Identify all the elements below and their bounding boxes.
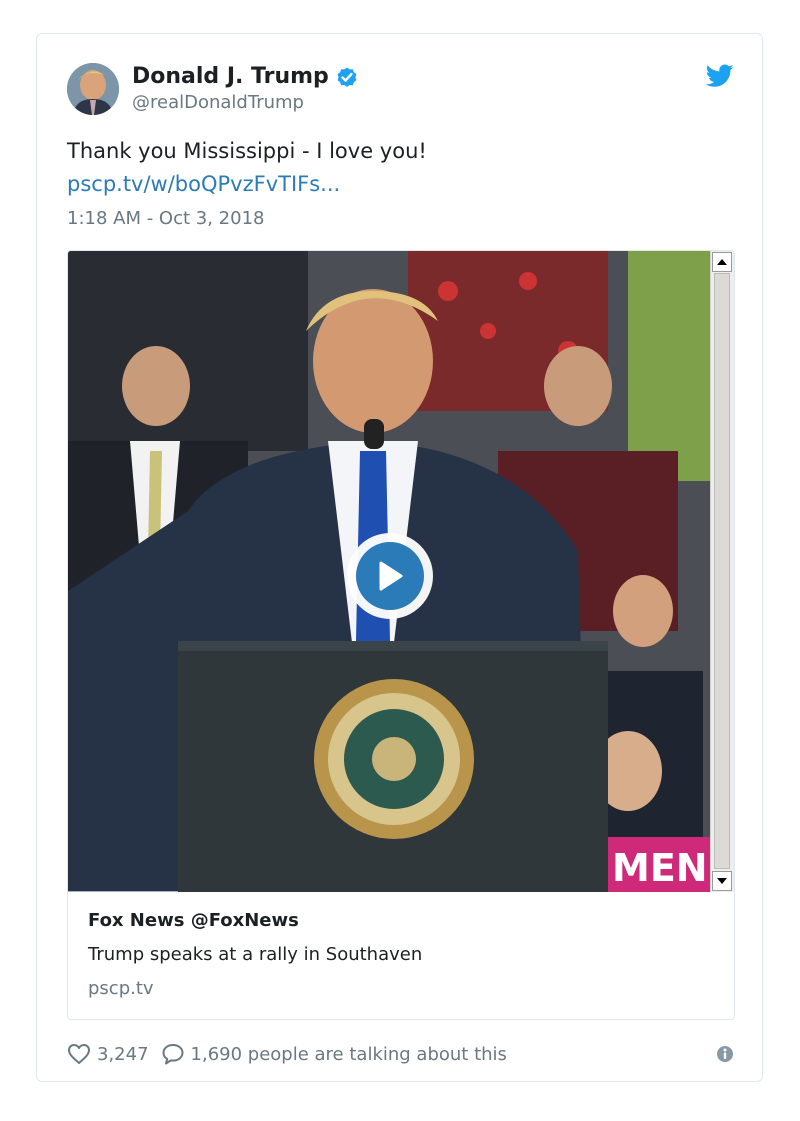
play-icon <box>379 561 403 591</box>
twitter-bird-icon[interactable] <box>706 64 734 88</box>
avatar[interactable] <box>67 63 119 115</box>
scroll-down-button[interactable] <box>712 871 732 891</box>
info-icon[interactable] <box>716 1045 734 1063</box>
avatar-image <box>67 63 119 115</box>
tweet-text: Thank you Mississippi - I love you! <box>67 139 427 163</box>
verified-badge-icon <box>337 67 357 87</box>
card-description[interactable]: Trump speaks at a rally in Southaven <box>88 944 422 965</box>
talking-about-text[interactable]: 1,690 people are talking about this <box>191 1044 507 1065</box>
author-handle[interactable]: @realDonaldTrump <box>132 92 304 113</box>
tweet-link[interactable]: pscp.tv/w/boQPvzFvTIFs... <box>67 172 340 196</box>
card-title[interactable]: Fox News @FoxNews <box>88 910 299 931</box>
media-card[interactable]: MEN Fox News @FoxNews Trump speaks at a … <box>67 250 735 1020</box>
play-button[interactable] <box>347 533 433 619</box>
heart-icon[interactable] <box>67 1043 91 1065</box>
author-name-text: Donald J. Trump <box>132 64 329 89</box>
embedded-tweet-card: Donald J. Trump @realDonaldTrump Thank y… <box>36 33 763 1082</box>
like-count[interactable]: 3,247 <box>97 1044 149 1065</box>
video-scrollbar[interactable] <box>710 251 734 892</box>
tweet-timestamp[interactable]: 1:18 AM - Oct 3, 2018 <box>67 208 264 229</box>
video-thumbnail[interactable]: MEN <box>68 251 710 892</box>
arrow-up-icon <box>717 259 727 265</box>
card-domain[interactable]: pscp.tv <box>88 978 154 999</box>
author-name[interactable]: Donald J. Trump <box>132 64 359 89</box>
comment-icon[interactable] <box>161 1043 185 1065</box>
video-overlay-text: MEN <box>612 846 708 890</box>
scroll-up-button[interactable] <box>712 252 732 272</box>
arrow-down-icon <box>717 878 727 884</box>
tweet-footer: 3,247 1,690 people are talking about thi… <box>67 1039 507 1069</box>
play-icon-circle <box>356 542 424 610</box>
scroll-thumb[interactable] <box>714 273 730 869</box>
